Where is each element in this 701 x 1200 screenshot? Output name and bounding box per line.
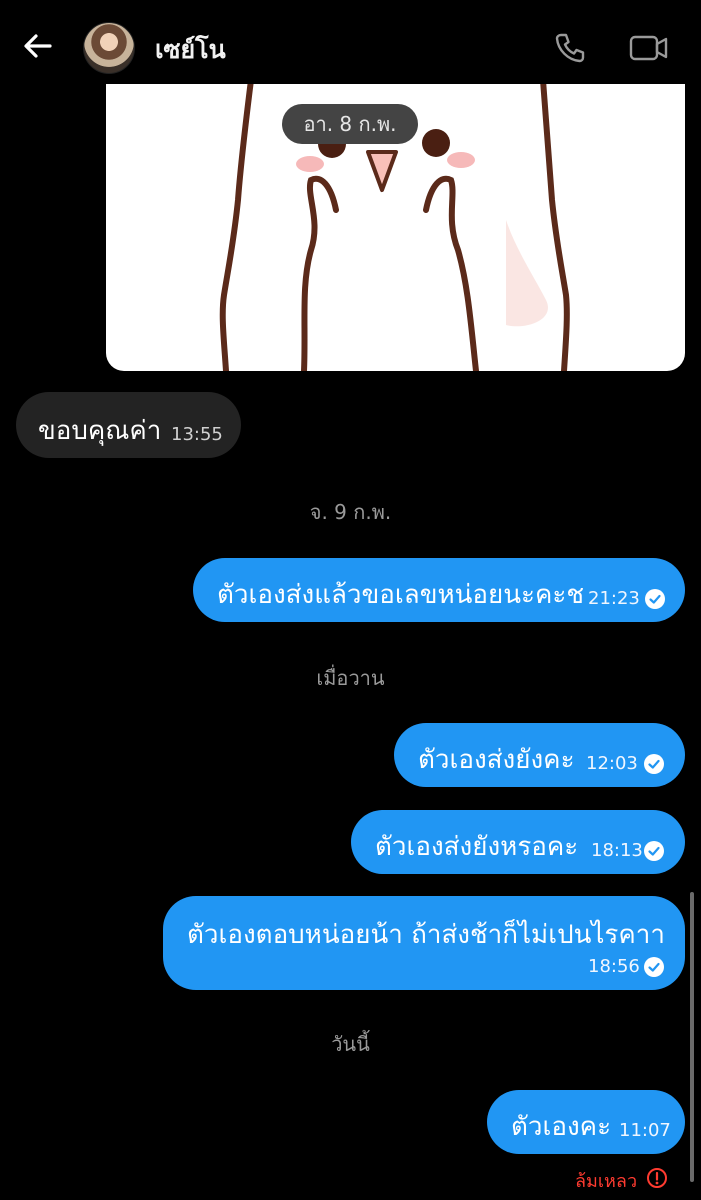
outgoing-message-bubble[interactable]: ตัวเองส่งแล้วขอเลขหน่อยนะคะช 21:23 [193,558,685,622]
message-text: ตัวเองคะ [511,1112,612,1142]
send-failed-label[interactable]: ล้มเหลว [575,1166,637,1195]
message-text: ตัวเองส่งยังหรอคะ [375,832,579,862]
outgoing-message-bubble[interactable]: ตัวเองส่งยังหรอคะ 18:13 [351,810,685,874]
message-time: 11:07 [619,1120,671,1141]
message-time: 12:03 [586,753,638,774]
sent-check-icon [645,589,665,609]
outgoing-message-bubble[interactable]: ตัวเองส่งยังคะ 12:03 [394,723,685,787]
message-time: 18:13 [591,840,643,861]
error-info-icon[interactable] [646,1167,668,1189]
scrollbar[interactable] [690,892,694,1182]
message-time: 13:55 [171,424,223,445]
message-text: ตัวเองส่งแล้วขอเลขหน่อยนะคะช [217,580,585,610]
message-text: ตัวเองตอบหน่อยน้า ถ้าส่งช้าก็ไม่เปนไรคาา [187,920,665,950]
contact-avatar[interactable] [83,22,135,74]
sent-check-icon [644,957,664,977]
message-time: 18:56 [588,956,640,977]
chat-header: เซย์โน [0,0,701,84]
contact-name[interactable]: เซย์โน [155,30,226,70]
date-chip: อา. 8 ก.พ. [282,104,418,144]
message-time: 21:23 [588,588,640,609]
day-separator: วันนี้ [331,1032,370,1056]
incoming-message-bubble[interactable]: ขอบคุณค่า 13:55 [16,392,241,458]
message-text: ตัวเองส่งยังคะ [418,745,575,775]
video-camera-icon[interactable] [628,30,670,66]
sent-check-icon [644,754,664,774]
back-arrow-icon[interactable] [20,28,56,64]
day-separator: เมื่อวาน [316,666,385,690]
message-text: ขอบคุณค่า [38,416,162,446]
sent-check-icon [644,841,664,861]
day-separator: จ. 9 ก.พ. [309,500,392,524]
phone-icon[interactable] [552,30,588,66]
outgoing-message-bubble[interactable]: ตัวเองตอบหน่อยน้า ถ้าส่งช้าก็ไม่เปนไรคาา… [163,896,685,990]
outgoing-message-bubble[interactable]: ตัวเองคะ 11:07 [487,1090,685,1154]
